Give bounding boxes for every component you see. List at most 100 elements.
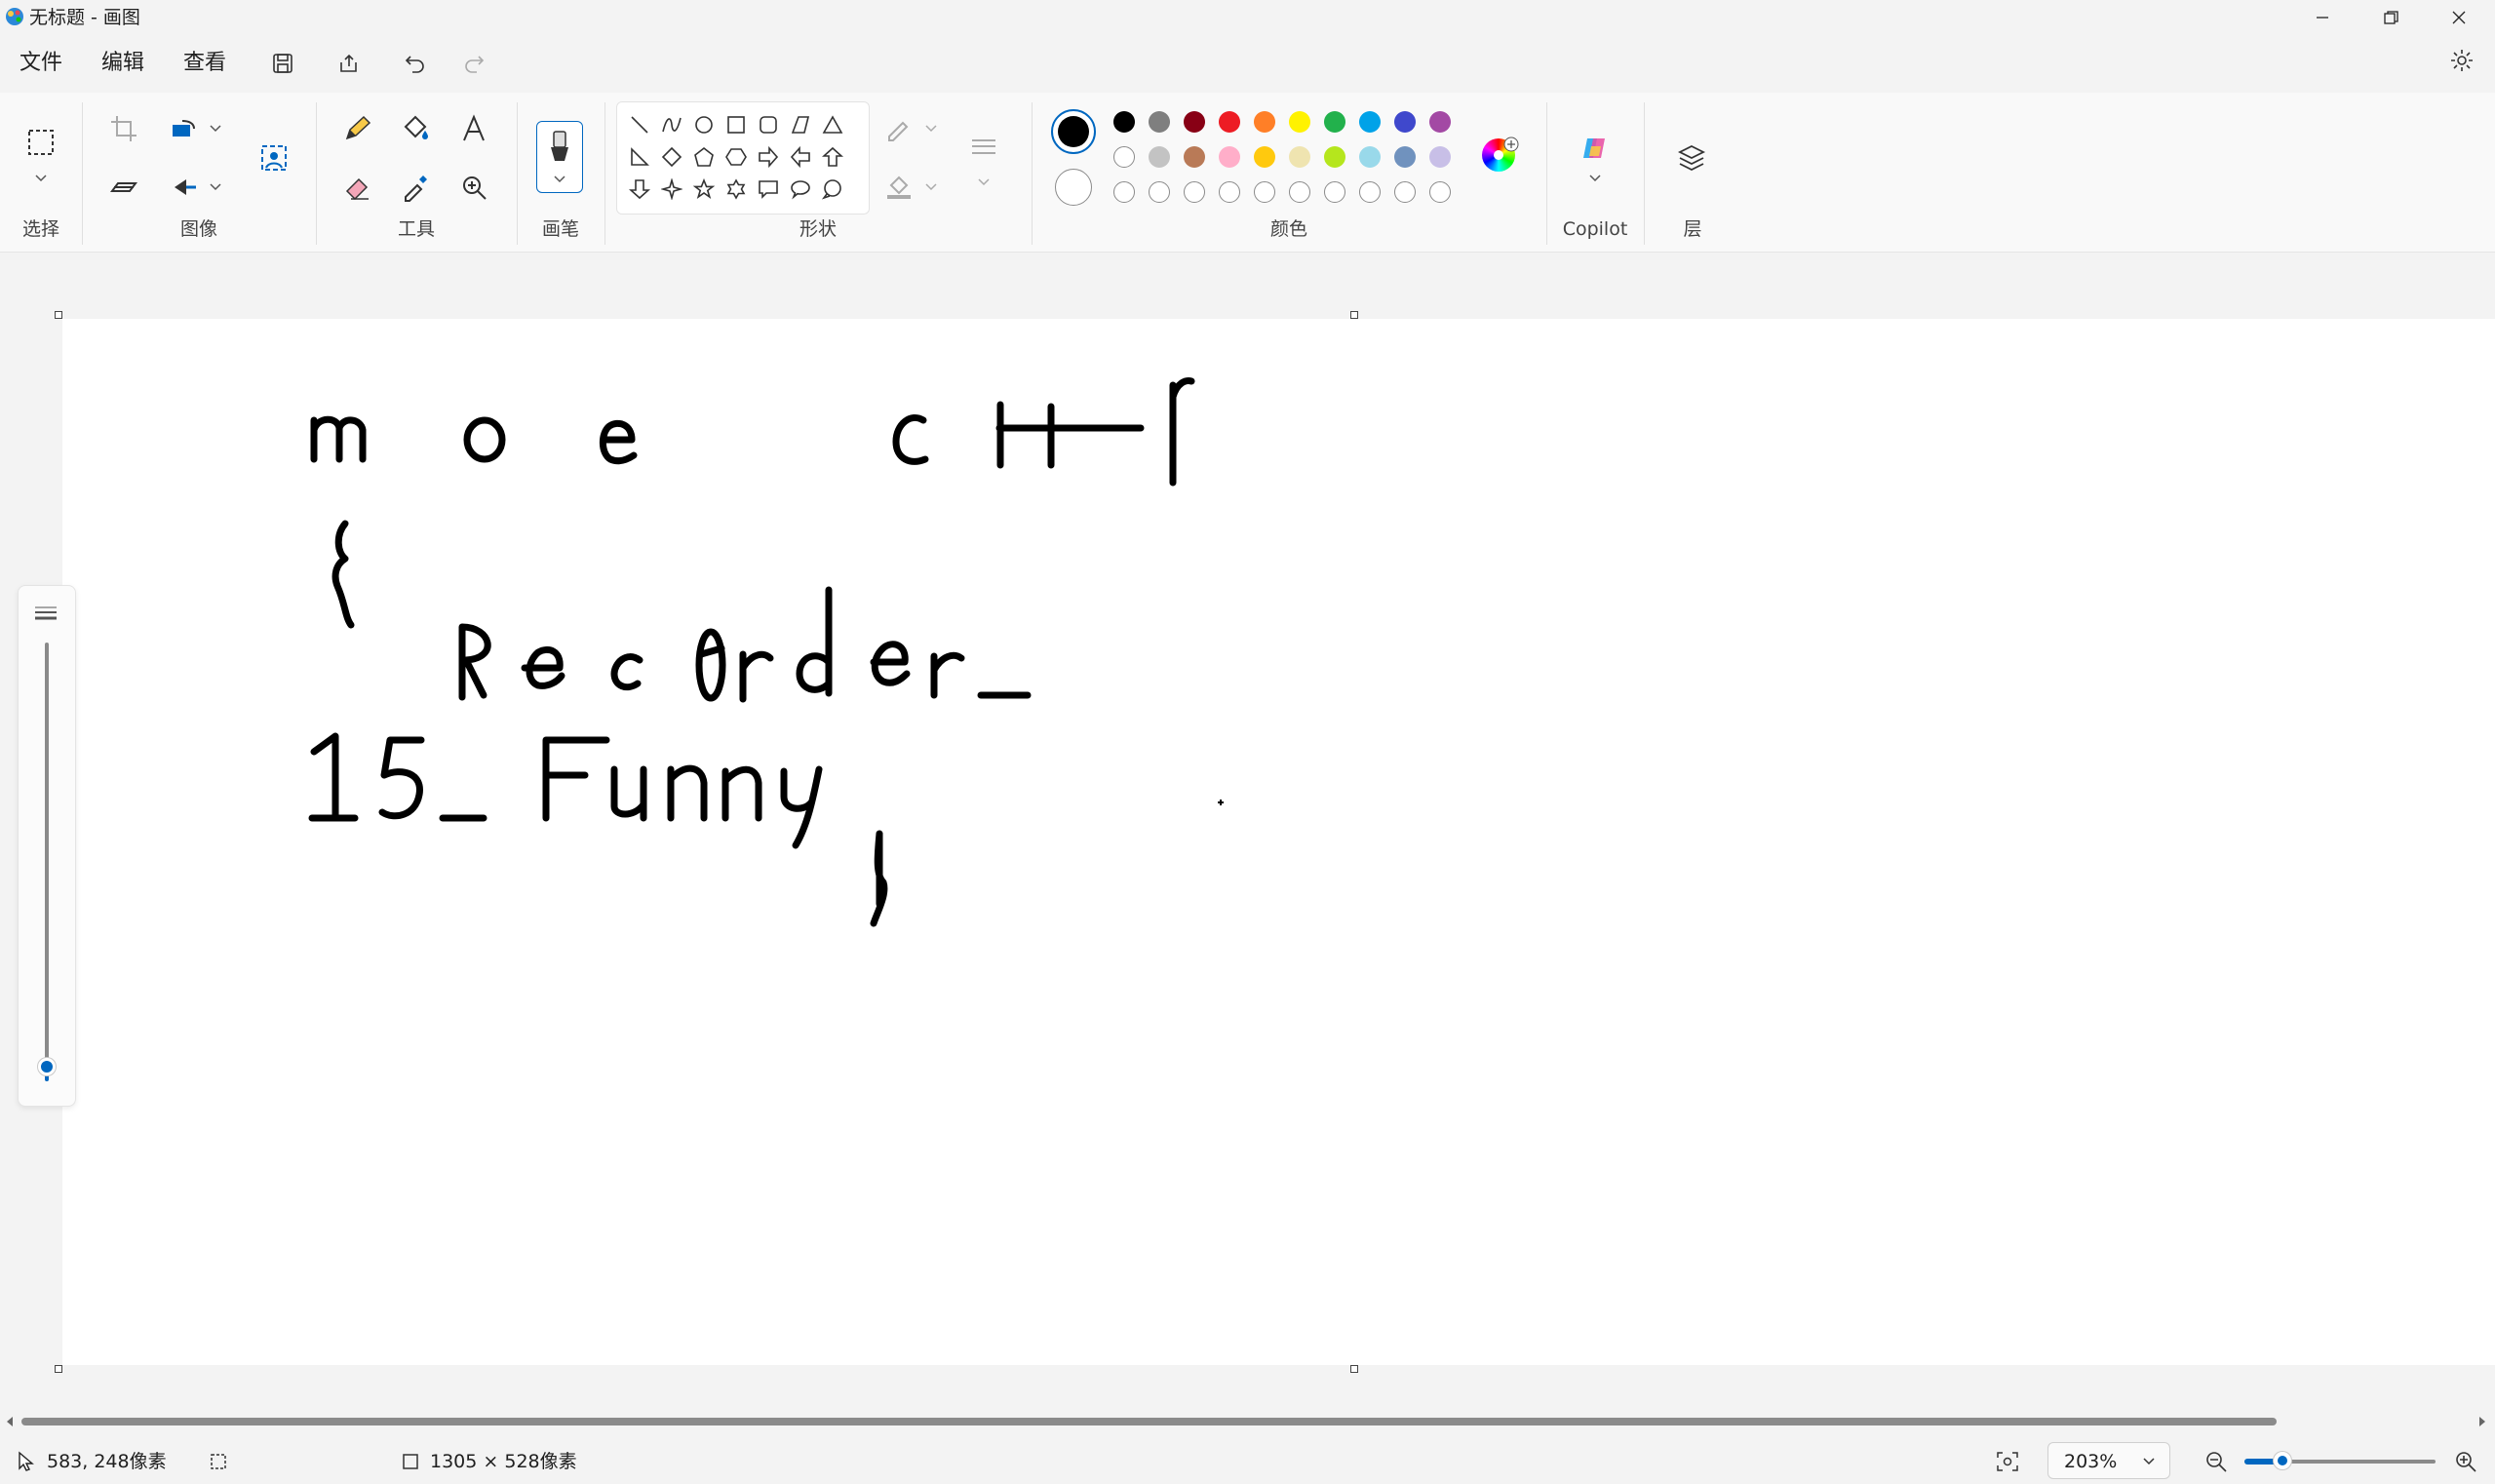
color-swatch[interactable] [1149, 146, 1170, 168]
color-swatch[interactable] [1289, 146, 1310, 168]
left-arrow-shape-button[interactable] [785, 141, 816, 173]
brush-size-slider-thumb[interactable] [38, 1058, 56, 1075]
settings-button[interactable] [2442, 41, 2481, 80]
color-swatch[interactable] [1394, 146, 1416, 168]
color-swatch[interactable] [1324, 111, 1345, 133]
color-swatch[interactable] [1429, 146, 1451, 168]
polygon-shape-button[interactable] [785, 109, 816, 140]
menu-file[interactable]: 文件 [19, 39, 62, 88]
fit-to-window-button[interactable] [1995, 1450, 2026, 1475]
rounded-rectangle-shape-button[interactable] [753, 109, 784, 140]
layers-button[interactable] [1668, 135, 1715, 181]
color-swatch[interactable] [1254, 111, 1275, 133]
right-triangle-shape-button[interactable] [624, 141, 655, 173]
resize-button[interactable] [161, 105, 208, 152]
cloud-callout-shape-button[interactable] [817, 174, 848, 205]
color-swatch[interactable] [1113, 146, 1135, 168]
chevron-down-icon[interactable] [34, 174, 48, 183]
remove-background-button[interactable] [251, 135, 297, 181]
resize-handle-bottom[interactable] [1350, 1365, 1358, 1373]
shape-outline-button[interactable] [876, 105, 922, 152]
redo-button[interactable] [454, 44, 493, 83]
color-swatch[interactable] [1184, 111, 1205, 133]
edit-colors-button[interactable] [1480, 137, 1519, 176]
shape-fill-button[interactable] [876, 164, 922, 211]
custom-color-slot[interactable] [1219, 181, 1240, 203]
menu-view[interactable]: 查看 [183, 39, 226, 88]
down-arrow-shape-button[interactable] [624, 174, 655, 205]
line-width-button[interactable] [960, 125, 1007, 172]
color-swatch[interactable] [1289, 111, 1310, 133]
crop-button[interactable] [100, 105, 147, 152]
resize-handle-top[interactable] [1350, 311, 1358, 319]
copilot-button[interactable] [1572, 125, 1618, 172]
brush-button[interactable] [536, 121, 583, 193]
custom-color-slot[interactable] [1394, 181, 1416, 203]
minimize-button[interactable] [2288, 0, 2357, 35]
custom-color-slot[interactable] [1289, 181, 1310, 203]
chevron-down-icon[interactable] [977, 177, 991, 187]
color-swatch[interactable] [1149, 111, 1170, 133]
line-shape-button[interactable] [624, 109, 655, 140]
custom-color-slot[interactable] [1359, 181, 1381, 203]
fill-button[interactable] [392, 105, 439, 152]
chevron-down-icon[interactable] [1588, 174, 1602, 183]
four-point-star-shape-button[interactable] [656, 174, 687, 205]
color-swatch[interactable] [1219, 146, 1240, 168]
restore-button[interactable] [2357, 0, 2425, 35]
chevron-down-icon[interactable] [924, 124, 938, 134]
color-swatch[interactable] [1254, 146, 1275, 168]
zoom-out-icon[interactable] [2203, 1449, 2229, 1474]
color-swatch[interactable] [1359, 146, 1381, 168]
scroll-right-icon[interactable] [2476, 1416, 2488, 1427]
scroll-left-icon[interactable] [4, 1416, 16, 1427]
custom-color-slot[interactable] [1113, 181, 1135, 203]
custom-color-slot[interactable] [1184, 181, 1205, 203]
rect-callout-shape-button[interactable] [753, 174, 784, 205]
custom-color-slot[interactable] [1254, 181, 1275, 203]
six-point-star-shape-button[interactable] [721, 174, 752, 205]
chevron-down-icon[interactable] [209, 182, 222, 192]
zoom-in-icon[interactable] [2453, 1449, 2478, 1474]
zoom-level-select[interactable]: 203% [2047, 1442, 2170, 1479]
hexagon-shape-button[interactable] [721, 141, 752, 173]
pentagon-shape-button[interactable] [688, 141, 720, 173]
right-arrow-shape-button[interactable] [753, 141, 784, 173]
brush-size-slider-track[interactable] [45, 643, 49, 1072]
color-swatch[interactable] [1324, 146, 1345, 168]
color-swatch[interactable] [1219, 111, 1240, 133]
color-swatch[interactable] [1113, 111, 1135, 133]
primary-color-selector[interactable] [1051, 109, 1096, 154]
chevron-down-icon[interactable] [209, 124, 222, 134]
color-picker-button[interactable] [392, 164, 439, 211]
five-point-star-shape-button[interactable] [688, 174, 720, 205]
oval-shape-button[interactable] [688, 109, 720, 140]
rectangle-shape-button[interactable] [721, 109, 752, 140]
resize-handle-bottom-left[interactable] [55, 1365, 62, 1373]
diamond-shape-button[interactable] [656, 141, 687, 173]
share-button[interactable] [330, 44, 369, 83]
color-swatch[interactable] [1184, 146, 1205, 168]
custom-color-slot[interactable] [1324, 181, 1345, 203]
save-button[interactable] [263, 44, 302, 83]
oval-callout-shape-button[interactable] [785, 174, 816, 205]
horizontal-scrollbar-thumb[interactable] [21, 1418, 2277, 1425]
color-swatch[interactable] [1429, 111, 1451, 133]
close-button[interactable] [2425, 0, 2493, 35]
text-button[interactable] [450, 105, 497, 152]
drawing-canvas[interactable] [62, 319, 2495, 1365]
select-button[interactable] [18, 119, 64, 166]
up-arrow-shape-button[interactable] [817, 141, 848, 173]
custom-color-slot[interactable] [1429, 181, 1451, 203]
menu-edit[interactable]: 编辑 [101, 39, 144, 88]
undo-button[interactable] [396, 44, 435, 83]
triangle-shape-button[interactable] [817, 109, 848, 140]
color-swatch[interactable] [1359, 111, 1381, 133]
secondary-color-selector[interactable] [1055, 169, 1092, 206]
magnifier-button[interactable] [450, 164, 497, 211]
eraser-button[interactable] [333, 164, 380, 211]
resize-handle-top-left[interactable] [55, 311, 62, 319]
color-swatch[interactable] [1394, 111, 1416, 133]
custom-color-slot[interactable] [1149, 181, 1170, 203]
pencil-button[interactable] [333, 105, 380, 152]
